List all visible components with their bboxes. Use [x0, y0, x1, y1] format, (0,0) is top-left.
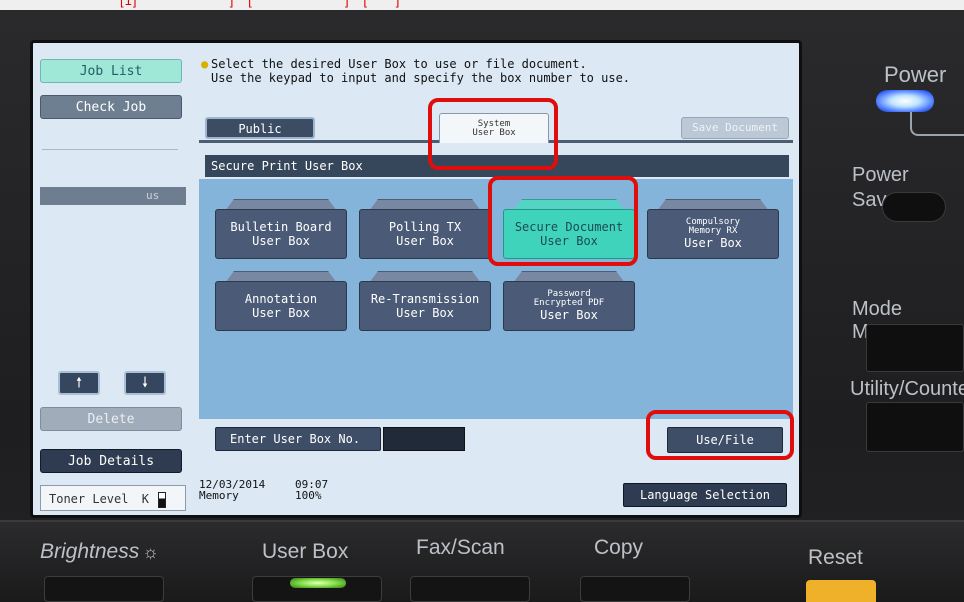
scroll-down-button[interactable]: 🠗 [124, 371, 166, 395]
box-label: Compulsory Memory RX User Box [647, 209, 779, 259]
power-led-icon [876, 90, 934, 112]
instruction-line-1: Select the desired User Box to use or fi… [211, 57, 587, 71]
annotation-user-box-button[interactable]: Annotation User Box [215, 271, 347, 331]
box-label-line: User Box [396, 306, 454, 320]
toner-level-indicator: Toner Level K [40, 485, 186, 511]
delete-button[interactable]: Delete [40, 407, 182, 431]
status-memory-value: 100% [295, 489, 322, 502]
highlight-secure-document [488, 176, 638, 266]
arrow-down-icon: 🠗 [141, 375, 148, 391]
box-label: Polling TX User Box [359, 209, 491, 259]
scroll-up-button[interactable]: 🠕 [58, 371, 100, 395]
box-label-line: Bulletin Board [230, 220, 332, 234]
utility-counter-label: Utility/Counter [850, 378, 964, 400]
box-label: Re-Transmission User Box [359, 281, 491, 331]
job-list-button[interactable]: Job List [40, 59, 182, 83]
fax-scan-key[interactable] [410, 576, 530, 602]
box-label-line: User Box [252, 306, 310, 320]
box-label-line: User Box [540, 308, 598, 322]
top-strip: [1] ] [ ] [ ] [0, 0, 964, 10]
re-transmission-user-box-button[interactable]: Re-Transmission User Box [359, 271, 491, 331]
power-label: Power [884, 62, 947, 87]
compulsory-memory-rx-user-box-button[interactable]: Compulsory Memory RX User Box [647, 199, 779, 259]
password-encrypted-pdf-user-box-button[interactable]: Password Encrypted PDF User Box [503, 271, 635, 331]
check-job-button[interactable]: Check Job [40, 95, 182, 119]
brightness-key[interactable] [44, 576, 164, 602]
highlight-system-user-box [428, 98, 558, 170]
enter-user-box-number-button[interactable]: Enter User Box No. [215, 427, 381, 451]
copy-key-label: Copy [594, 536, 644, 559]
user-box-key-label: User Box [262, 540, 349, 563]
brightness-label: Brightness ☼ [40, 540, 159, 564]
toner-level-label: Toner Level [49, 492, 129, 506]
box-label-line: Memory RX [688, 226, 738, 236]
box-label: Password Encrypted PDF User Box [503, 281, 635, 331]
status-date-memory: 12/03/2014 Memory [199, 479, 265, 501]
fax-scan-key-label: Fax/Scan [416, 536, 505, 559]
box-label-line: Polling TX [388, 220, 462, 234]
save-document-button[interactable]: Save Document [681, 117, 789, 139]
copy-key[interactable] [580, 576, 690, 602]
box-label: Annotation User Box [215, 281, 347, 331]
tab-public[interactable]: Public [205, 117, 315, 139]
power-button[interactable] [910, 112, 964, 136]
box-label-line: Annotation [244, 292, 318, 306]
left-panel-divider [42, 149, 178, 150]
job-details-button[interactable]: Job Details [40, 449, 182, 473]
user-box-led-icon [290, 578, 346, 588]
box-label-line: Encrypted PDF [533, 298, 605, 308]
box-label: Bulletin Board User Box [215, 209, 347, 259]
status-memory-label: Memory [199, 489, 239, 502]
polling-tx-user-box-button[interactable]: Polling TX User Box [359, 199, 491, 259]
info-bulb-icon: ● [201, 57, 209, 71]
arrow-up-icon: 🠕 [75, 375, 82, 391]
language-selection-button[interactable]: Language Selection [623, 483, 787, 507]
user-box-number-field[interactable] [383, 427, 465, 451]
box-label-line: User Box [252, 234, 310, 248]
power-save-button[interactable] [882, 192, 946, 222]
toner-channel-label: K [141, 492, 149, 506]
box-label-line: User Box [396, 234, 454, 248]
sun-icon: ☼ [142, 542, 159, 562]
box-label-line: User Box [684, 236, 742, 250]
reset-button[interactable] [806, 580, 876, 602]
status-time-memory: 09:07 100% [295, 479, 328, 501]
highlight-use-file [646, 410, 794, 460]
brightness-text: Brightness [40, 540, 140, 563]
left-panel: Job List Check Job us 🠕 🠗 Delete Job Det… [36, 49, 186, 513]
toner-bar-icon [158, 491, 167, 508]
box-label-line: Re-Transmission [370, 292, 480, 306]
mode-memory-button[interactable] [866, 324, 964, 372]
instruction-message: ● Select the desired User Box to use or … [201, 57, 781, 85]
top-strip-text: [1] ] [ ] [ ] [120, 0, 401, 8]
reset-key-label: Reset [808, 546, 863, 569]
job-list-entry[interactable]: us [40, 187, 186, 205]
instruction-line-2: Use the keypad to input and specify the … [211, 71, 631, 85]
utility-counter-button[interactable] [866, 402, 964, 452]
bulletin-board-user-box-button[interactable]: Bulletin Board User Box [215, 199, 347, 259]
